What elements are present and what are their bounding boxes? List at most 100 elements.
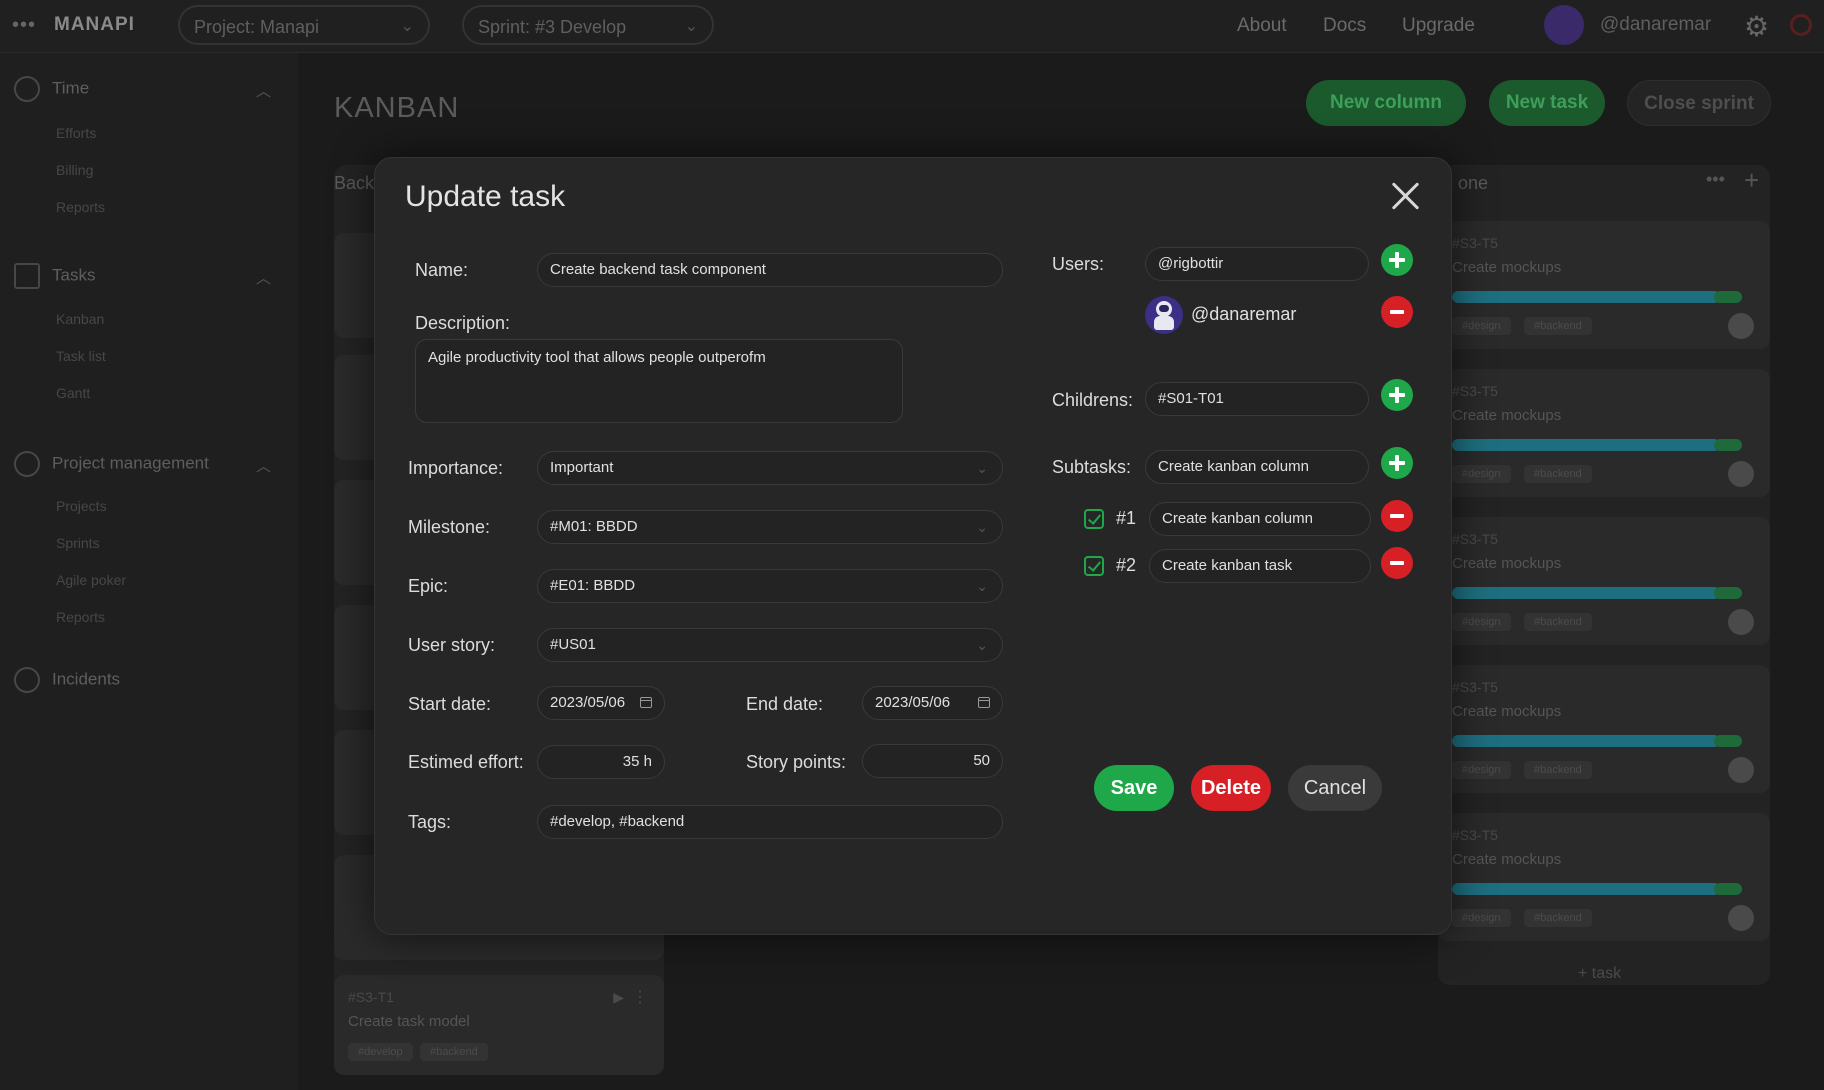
column-header: Back [334,173,375,193]
sidebar-item-billing[interactable]: Billing [56,162,93,178]
sprint-select[interactable]: Sprint: #3 Develop ⌄ [462,5,714,45]
sidebar-item-task-list[interactable]: Task list [56,348,106,364]
card-tag: #backend [420,1043,488,1061]
start-date-value: 2023/05/06 [550,694,626,711]
user-story-label: User story: [408,635,496,655]
sidebar-section-project-management[interactable]: Project management [14,451,209,477]
subtasks-input[interactable]: Create kanban column [1145,450,1369,484]
sidebar-item-efforts[interactable]: Efforts [56,125,96,141]
name-field[interactable]: Create backend task component [537,253,1003,287]
add-task-link[interactable]: + task [1578,965,1621,983]
task-card[interactable]: #S3-T5 Create mockups #design #backend [1438,221,1770,349]
subtask-2-number: #2 [1116,555,1137,575]
avatar [1728,905,1754,931]
sidebar-section-time[interactable]: Time [14,76,89,102]
remove-subtask-2-button[interactable] [1381,547,1413,579]
progress-bar [1452,735,1742,747]
chevron-up-icon[interactable]: ︿ [256,455,271,476]
tags-input[interactable]: #develop, #backend [537,805,1003,839]
childrens-input[interactable]: #S01-T01 [1145,382,1369,416]
end-date-picker[interactable]: 2023/05/06 [862,686,1003,720]
subtask-1-name[interactable]: Create kanban column [1149,502,1371,536]
sidebar-item-projects[interactable]: Projects [56,498,107,514]
card-id: #S3-T5 [1452,679,1498,695]
task-card[interactable]: #S3-T5 Create mockups #design #backend [1438,369,1770,497]
apps-menu-icon[interactable]: ••• [12,14,36,37]
add-children-button[interactable] [1381,379,1413,411]
sidebar-section-tasks[interactable]: Tasks [14,263,95,289]
story-points-input[interactable]: 50 [862,744,1003,778]
brand-logo[interactable]: MANAPI [54,14,135,36]
end-date-value: 2023/05/06 [875,694,951,711]
card-id: #S3-T5 [1452,827,1498,843]
chevron-down-icon: ⌄ [400,18,414,35]
add-subtask-button[interactable] [1381,447,1413,479]
sidebar-section-incidents[interactable]: Incidents [14,667,120,693]
card-tag: #design [1452,317,1511,335]
save-button[interactable]: Save [1094,765,1174,811]
nav-docs[interactable]: Docs [1323,15,1366,37]
delete-button[interactable]: Delete [1191,765,1271,811]
importance-select[interactable]: Important ⌄ [537,451,1003,485]
more-horizontal-icon[interactable]: ••• [1706,169,1725,190]
remove-user-button[interactable] [1381,296,1413,328]
users-label: Users: [1052,254,1105,274]
user-avatar[interactable] [1544,5,1584,45]
sidebar-item-reports[interactable]: Reports [56,199,105,215]
remove-subtask-1-button[interactable] [1381,500,1413,532]
task-card[interactable]: #S3-T5 Create mockups #design #backend [1438,517,1770,645]
more-vertical-icon[interactable]: ⋮ [632,987,648,1007]
estimated-effort-input[interactable]: 35 h [537,745,665,779]
sidebar-item-agile-poker[interactable]: Agile poker [56,572,126,588]
chevron-up-icon[interactable]: ︿ [256,80,271,101]
epic-value: #E01: BBDD [550,577,636,594]
chevron-down-icon: ⌄ [976,578,988,594]
end-date-label: End date: [746,694,824,714]
gear-icon[interactable]: ⚙ [1744,10,1769,43]
avatar [1145,296,1183,334]
add-user-button[interactable] [1381,244,1413,276]
sidebar-item-sprints[interactable]: Sprints [56,535,100,551]
close-sprint-button[interactable]: Close sprint [1627,80,1771,126]
new-column-button[interactable]: New column [1306,80,1466,126]
card-tag: #backend [1524,909,1592,927]
new-task-button[interactable]: New task [1489,80,1605,126]
description-textarea[interactable]: Agile productivity tool that allows peop… [415,339,903,423]
subtask-2-checkbox[interactable] [1084,556,1104,576]
dialog-title: Update task [405,180,566,213]
column-header: one [1458,173,1489,193]
task-card[interactable]: #S3-T1 Create task model #develop #backe… [334,975,664,1075]
card-name: Create mockups [1452,703,1562,720]
add-icon[interactable]: + [1744,165,1759,196]
user-story-select[interactable]: #US01 ⌄ [537,628,1003,662]
subtask-2-name[interactable]: Create kanban task [1149,549,1371,583]
chevron-up-icon[interactable]: ︿ [256,267,271,288]
sidebar-item-gantt[interactable]: Gantt [56,385,90,401]
epic-label: Epic: [408,576,449,596]
sidebar-item-kanban[interactable]: Kanban [56,311,104,327]
milestone-select[interactable]: #M01: BBDD ⌄ [537,510,1003,544]
top-username[interactable]: @danaremar [1600,14,1711,36]
close-icon[interactable] [1387,178,1423,214]
users-input[interactable]: @rigbottir [1145,247,1369,281]
start-date-picker[interactable]: 2023/05/06 [537,686,665,720]
calendar-icon[interactable] [640,697,652,708]
cancel-button[interactable]: Cancel [1288,765,1382,811]
epic-select[interactable]: #E01: BBDD ⌄ [537,569,1003,603]
page-title: KANBAN [334,92,460,124]
sidebar-item-reports-pm[interactable]: Reports [56,609,105,625]
task-card[interactable]: #S3-T5 Create mockups #design #backend [1438,665,1770,793]
subtask-1-checkbox[interactable] [1084,509,1104,529]
task-card[interactable]: #S3-T5 Create mockups #design #backend [1438,813,1770,941]
card-tag: #develop [348,1043,413,1061]
play-icon[interactable]: ▶ [613,989,624,1006]
nav-about[interactable]: About [1237,15,1287,37]
progress-bar [1452,883,1742,895]
project-select[interactable]: Project: Manapi ⌄ [178,5,430,45]
nav-upgrade[interactable]: Upgrade [1402,15,1475,37]
calendar-icon[interactable] [978,697,990,708]
avatar [1728,461,1754,487]
power-icon[interactable] [1790,14,1812,36]
card-name: Create mockups [1452,259,1562,276]
board-icon [14,263,40,289]
